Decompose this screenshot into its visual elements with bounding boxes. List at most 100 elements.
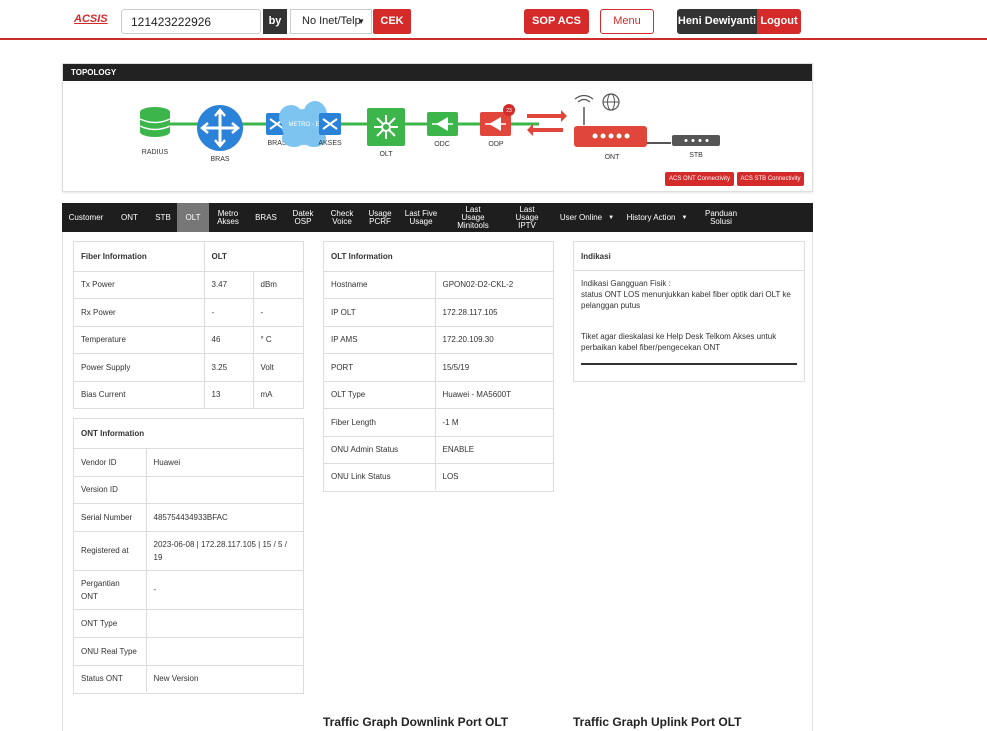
metro-label: METRO - E [289,122,320,128]
tab-history-action[interactable]: History Action ▼ [620,203,694,232]
ont-router-icon[interactable] [574,126,647,147]
tab-usage-pcrf[interactable]: Usage PCRF [364,203,396,232]
olt-tab-content: Fiber Information OLT Tx Power 3.47 dBm … [62,232,813,731]
table-row: Pergantian ONT - [74,570,303,610]
tab-check-voice[interactable]: Check Voice [320,203,364,232]
olt-label: ONU Admin Status [324,436,435,464]
olt-value: 15/5/19 [434,353,553,382]
table-row: Temperature 46 ° C [74,326,303,354]
tab-bras[interactable]: BRAS [246,203,286,232]
search-type-select[interactable]: No Inet/Telp ▼ [290,9,372,34]
tab-bar: Customer ONT STB OLT Metro Akses BRAS Da… [62,203,813,232]
table-row: IP AMS 172.20.109.30 [324,326,553,354]
fiber-unit: Volt [252,353,303,382]
tab-label: User Online [559,212,603,222]
ont-label: Version ID [74,476,146,504]
tab-label: Metro Akses [217,208,239,226]
fiber-value: 13 [203,381,253,408]
sop-acs-button[interactable]: SOP ACS [524,9,589,34]
odc-label: ODC [434,141,450,148]
ont-value: New Version [145,665,303,692]
tab-label: Last Usage IPTV [515,204,539,230]
menu-button[interactable]: Menu [600,9,654,34]
tab-last-usage-iptv[interactable]: Last Usage IPTV [500,203,554,232]
olt-value: Huawei - MA5600T [434,381,553,409]
olt-label: ONU Link Status [331,472,391,482]
olt-value: -1 M [434,408,553,437]
olt-value: 172.20.109.30 [434,326,553,354]
logout-button[interactable]: Logout [757,9,801,34]
cek-button[interactable]: CEK [373,9,411,34]
acsis-logo[interactable]: ACSIS [74,13,108,25]
globe-icon [602,93,620,111]
olt-title: OLT Information [324,242,553,272]
tab-panduan-solusi[interactable]: Panduan Solusi [694,203,748,232]
fiber-unit: - [252,298,303,327]
tab-ont[interactable]: ONT [110,203,149,232]
ont-value: Huawei [145,448,303,477]
ont-label: Status ONT [81,674,123,684]
radius-db-icon[interactable] [139,107,171,137]
tab-label: History Action [626,212,676,222]
fiber-value: 3.25 [203,353,253,382]
indikasi-divider [581,363,797,365]
stb-icon[interactable] [672,135,720,146]
ont-label: ONU Real Type [74,637,146,666]
olt-information-panel: OLT Information Hostname GPON02-D2-CKL-2… [323,241,554,492]
ont-label: Pergantian ONT [74,570,146,610]
olt-value: 172.28.117.105 [434,298,553,327]
tab-label: Last Usage Minitools [457,204,489,230]
topology-panel: TOPOLOGY RADIUS BRAS BRAS METRO - E AKSE… [62,63,813,192]
chevron-down-icon: ▼ [608,214,615,221]
table-row: ONT Type [74,609,303,638]
fiber-information-panel: Fiber Information OLT Tx Power 3.47 dBm … [73,241,304,409]
ont-label: ONT Type [74,609,146,638]
tab-datek-osp[interactable]: Datek OSP [286,203,320,232]
ont-value: - [145,570,303,610]
odp-icon[interactable] [480,112,511,136]
tab-label: Panduan Solusi [705,208,738,226]
acs-ont-connectivity-button[interactable]: ACS ONT Connectivity [665,172,734,186]
fiber-label: Rx Power [74,298,204,327]
olt-value: LOS [434,463,553,490]
olt-value: ENABLE [434,436,553,464]
olt-label: OLT [379,151,393,158]
search-input[interactable] [121,9,261,34]
tab-metro-akses[interactable]: Metro Akses [210,203,246,232]
indikasi-line3: Tiket agar dieskalasi ke Help Desk Telko… [581,332,777,352]
fiber-value: 3.47 [203,271,253,299]
akses-switch-icon[interactable] [319,113,341,135]
tab-stb[interactable]: STB [149,203,177,232]
table-row: Rx Power - - [74,298,303,327]
tab-last-five-usage[interactable]: Last Five Usage [396,203,446,232]
tab-olt[interactable]: OLT [177,203,209,232]
chevron-down-icon: ▼ [681,214,688,221]
table-row: Tx Power 3.47 dBm [74,271,303,299]
olt-label: Fiber Length [324,408,435,437]
indikasi-line1: Indikasi Gangguan Fisik : [581,279,671,288]
tab-last-usage-minitools[interactable]: Last Usage Minitools [446,203,500,232]
olt-icon[interactable] [367,108,405,146]
tab-user-online[interactable]: User Online ▼ [554,203,620,232]
table-row: PORT 15/5/19 [324,353,553,382]
ont-label: Serial Number [74,503,146,532]
ont-label: Registered at [74,531,146,571]
table-row: Bias Current 13 mA [74,381,303,408]
ont-label: Vendor ID [74,448,146,477]
odc-icon[interactable] [427,112,458,136]
chevron-down-icon: ▼ [357,17,365,26]
fiber-label: Bias Current [81,390,126,400]
user-name-button[interactable]: Heni Dewiyanti [677,9,757,34]
olt-label: IP AMS [324,326,435,354]
fiber-col-olt: OLT [203,242,303,272]
bras-router-icon[interactable] [197,105,243,151]
radius-label: RADIUS [142,149,169,156]
tab-customer[interactable]: Customer [62,203,110,232]
tab-label: Last Five Usage [404,208,438,226]
traffic-graph-downlink-title: Traffic Graph Downlink Port OLT [323,715,509,729]
by-label: by [263,9,287,34]
acs-stb-connectivity-button[interactable]: ACS STB Connectivity [737,172,804,186]
olt-value: GPON02-D2-CKL-2 [434,271,553,299]
fiber-label: Temperature [74,326,204,354]
ont-label: ONT [605,154,621,161]
